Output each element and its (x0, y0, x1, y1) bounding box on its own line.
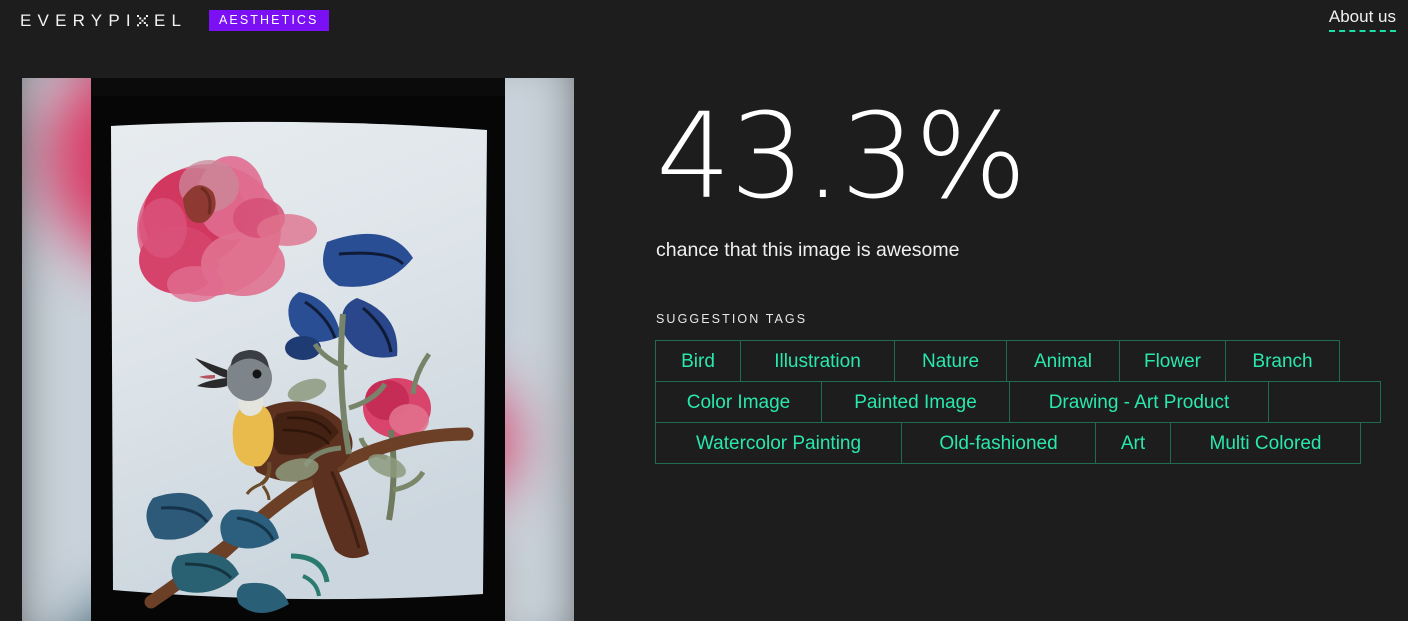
suggestion-tag[interactable]: Drawing - Art Product (1009, 381, 1269, 423)
analyzed-image-panel[interactable] (22, 78, 574, 621)
suggestion-tags-grid: Bird Illustration Nature Animal Flower Branch… (655, 340, 1381, 464)
suggestion-tag[interactable]: Watercolor Painting (655, 422, 902, 464)
logo-text-part-1: EVERYPI (20, 11, 137, 30)
suggestion-tag[interactable]: Multi Colored (1170, 422, 1361, 464)
suggestion-tags-title: SUGGESTION TAGS (656, 312, 808, 326)
analyzed-image (91, 78, 505, 621)
about-us-link[interactable]: About us (1328, 8, 1396, 32)
suggestion-tag[interactable]: Illustration (740, 340, 895, 382)
suggestion-tags-row: Bird Illustration Nature Animal Flower Branch (655, 340, 1381, 382)
suggestion-tag[interactable]: Bird (655, 340, 741, 382)
suggestion-tag[interactable]: Nature (894, 340, 1007, 382)
aesthetics-badge[interactable]: AESTHETICS (209, 10, 329, 31)
suggestion-tag[interactable]: Color Image (655, 381, 822, 423)
site-header: EVERYPI EL AESTHETICS About us (0, 0, 1408, 44)
everypixel-logo[interactable]: EVERYPI EL (20, 12, 187, 29)
aesthetic-score: 43.3% (656, 87, 1027, 225)
score-caption: chance that this image is awesome (656, 239, 960, 261)
suggestion-tag[interactable]: Animal (1006, 340, 1120, 382)
suggestion-tag-empty (1268, 381, 1381, 423)
suggestion-tag[interactable]: Branch (1225, 340, 1340, 382)
suggestion-tag[interactable]: Painted Image (821, 381, 1010, 423)
suggestion-tag[interactable]: Art (1095, 422, 1171, 464)
pixel-x-icon (136, 14, 148, 27)
suggestion-tag[interactable]: Flower (1119, 340, 1226, 382)
logo-text-part-2: EL (153, 11, 188, 30)
page-root: EVERYPI EL AESTHETICS About us 43.3% cha… (0, 0, 1408, 621)
suggestion-tags-row: Watercolor Painting Old-fashioned Art Multi… (655, 422, 1381, 464)
suggestion-tag[interactable]: Old-fashioned (901, 422, 1096, 464)
suggestion-tags-row: Color Image Painted Image Drawing - Art Pr… (655, 381, 1381, 423)
